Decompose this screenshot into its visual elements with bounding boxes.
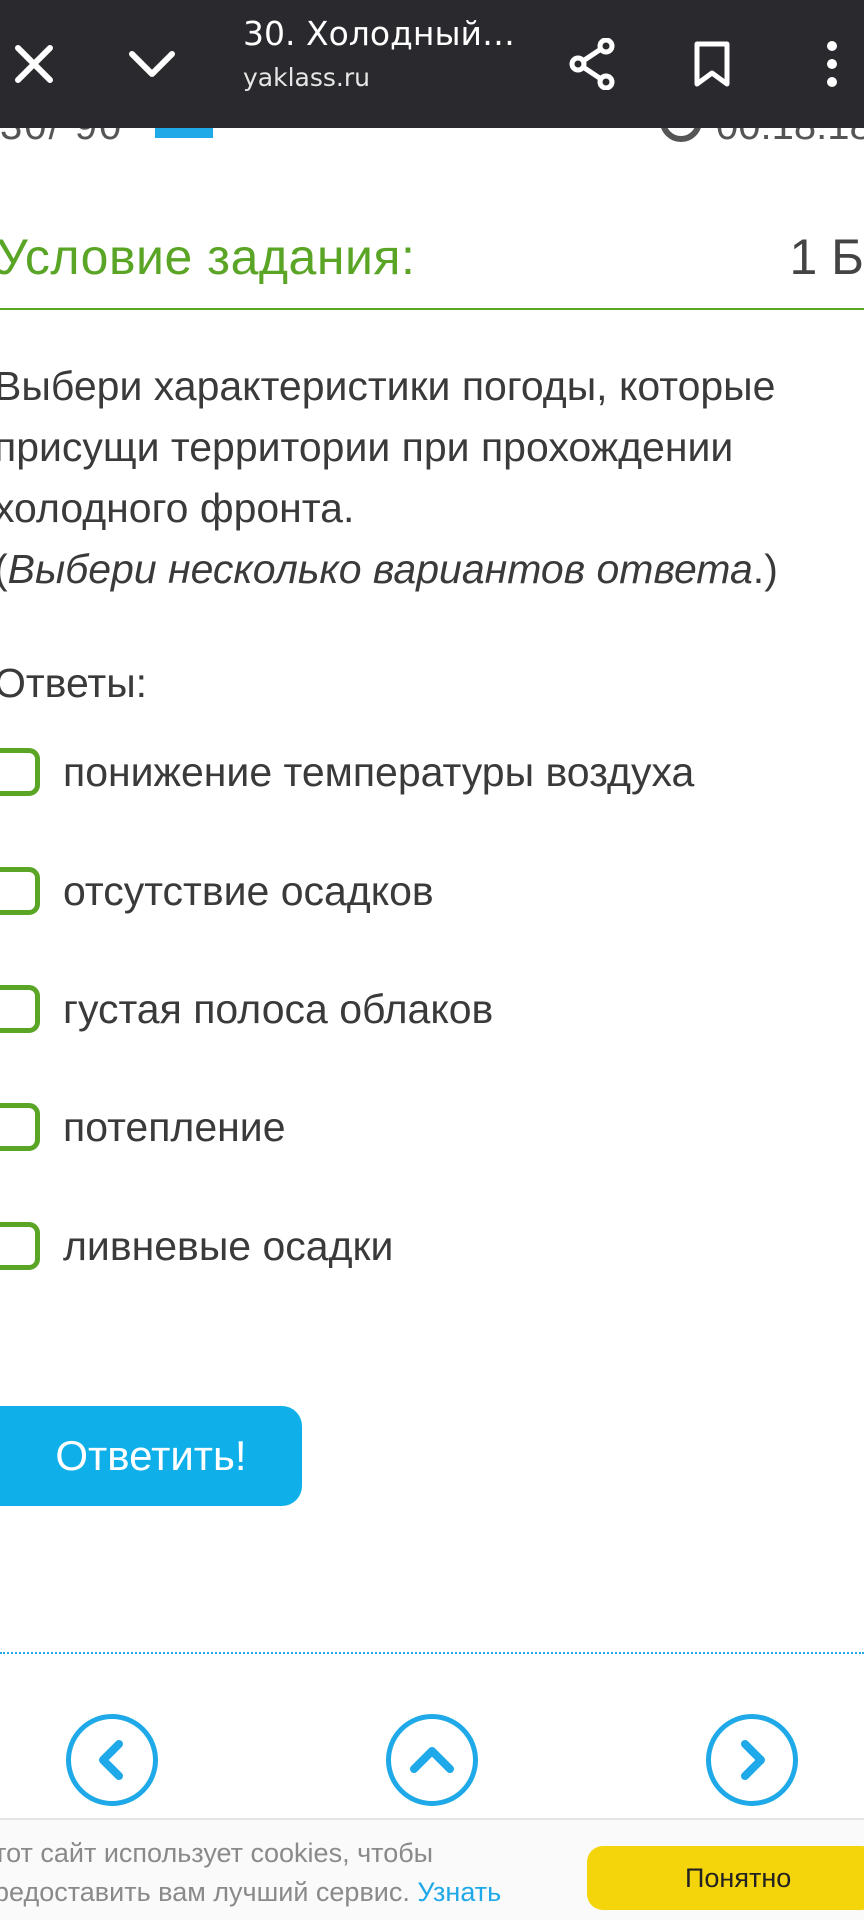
chevron-up-icon	[410, 1747, 454, 1773]
clock-icon	[660, 128, 702, 142]
more-vert-icon[interactable]	[792, 24, 864, 104]
chevron-right-icon	[741, 1740, 765, 1780]
checkbox[interactable]	[0, 867, 40, 915]
answers-title: Ответы:	[0, 660, 148, 706]
answer-option-label: ливневые осадки	[63, 1222, 394, 1269]
task-header-label: Условие задания:	[0, 229, 416, 285]
question-hint: (Выбери несколько вариантов ответа.)	[0, 546, 778, 592]
page-url: yaklass.ru	[243, 63, 370, 92]
cookie-message: тот сайт использует cookies, чтобы редос…	[0, 1834, 554, 1912]
bookmark-icon[interactable]	[672, 24, 752, 104]
cookie-message-line: редоставить вам лучший сервис.	[0, 1877, 410, 1907]
answer-option[interactable]: густая полоса облаков	[0, 974, 844, 1044]
progress-text: 30/ 90	[0, 128, 123, 148]
task-score: 1 Б	[789, 229, 864, 285]
answer-option-label: густая полоса облаков	[63, 985, 494, 1032]
page-title-block: 30. Холодный… yaklass.ru	[243, 10, 543, 98]
answer-option[interactable]: потепление	[0, 1092, 844, 1162]
question-line: Выбери характеристики погоды, которые	[0, 363, 776, 409]
answer-option[interactable]: отсутствие осадков	[0, 856, 844, 926]
question-line: присущи территории при прохождении	[0, 424, 734, 470]
question-text: Выбери характеристики погоды, которые пр…	[0, 356, 854, 600]
previous-task-button[interactable]	[66, 1714, 158, 1806]
checkbox[interactable]	[0, 1103, 40, 1151]
progress-user-icon	[155, 128, 213, 138]
cookie-accept-button[interactable]: Понятно	[587, 1846, 864, 1910]
cookie-more-link[interactable]: Узнать	[417, 1877, 501, 1907]
cookie-message-line: тот сайт использует cookies, чтобы	[0, 1838, 434, 1868]
answer-option-label: понижение температуры воздуха	[63, 748, 695, 795]
close-icon[interactable]	[0, 24, 74, 104]
question-line: холодного фронта.	[0, 485, 355, 531]
chevron-left-icon	[99, 1740, 123, 1780]
scroll-top-button[interactable]	[386, 1714, 478, 1806]
checkbox[interactable]	[0, 748, 40, 796]
answer-option-label: потепление	[63, 1103, 286, 1150]
answer-option-label: отсутствие осадков	[63, 867, 434, 914]
checkbox[interactable]	[0, 985, 40, 1033]
submit-answer-button[interactable]: Ответить!	[0, 1406, 302, 1506]
timer-text: 00:18:18	[716, 128, 864, 148]
answer-option[interactable]: ливневые осадки	[0, 1211, 844, 1281]
share-icon[interactable]	[552, 24, 632, 104]
task-header: Условие задания: 1 Б	[0, 220, 864, 310]
chevron-down-icon[interactable]	[112, 24, 192, 104]
divider	[0, 1652, 864, 1654]
next-task-button[interactable]	[706, 1714, 798, 1806]
progress-strip: 30/ 90 00:18:18	[0, 128, 864, 148]
answer-option[interactable]: понижение температуры воздуха	[0, 737, 844, 807]
checkbox[interactable]	[0, 1222, 40, 1270]
browser-top-bar: 30. Холодный… yaklass.ru	[0, 0, 864, 128]
cookie-banner: тот сайт использует cookies, чтобы редос…	[0, 1818, 864, 1920]
page-title: 30. Холодный…	[243, 14, 515, 53]
